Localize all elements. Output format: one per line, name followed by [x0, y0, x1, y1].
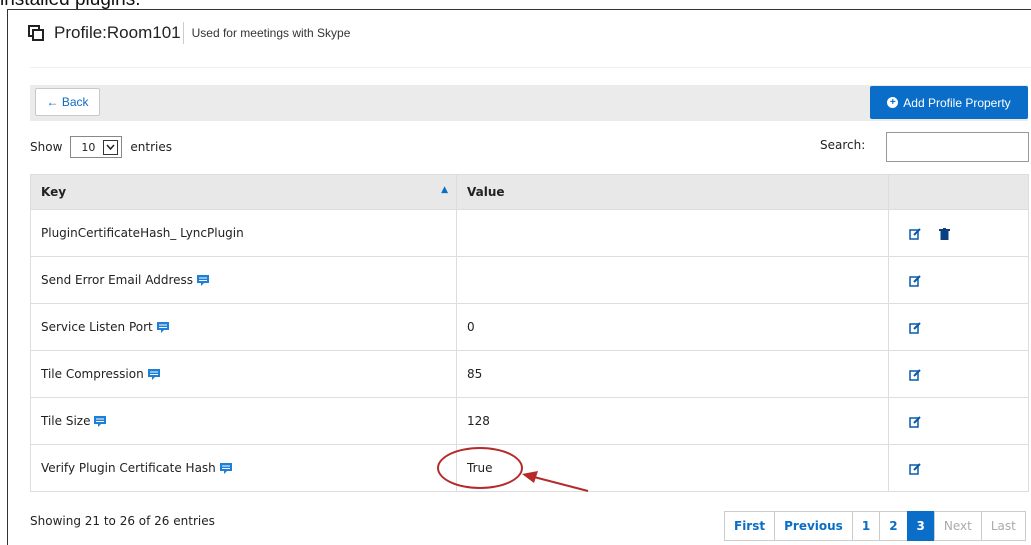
page-length-select[interactable]: 10: [70, 136, 123, 158]
comment-icon[interactable]: [219, 463, 232, 474]
actions-cell: [888, 350, 1029, 398]
table-row: Tile Compression 85: [30, 350, 1029, 398]
comment-icon[interactable]: [147, 369, 160, 380]
page-last-button: Last: [980, 511, 1026, 541]
table-row: Send Error Email Address: [30, 256, 1029, 304]
profile-description: Used for meetings with Skype: [191, 26, 351, 40]
actions-cell: [888, 209, 1029, 257]
value-cell: [456, 256, 889, 304]
key-cell: Verify Plugin Certificate Hash: [30, 444, 457, 492]
key-text: Service Listen Port: [41, 320, 153, 334]
delete-icon[interactable]: [938, 227, 950, 240]
comment-icon[interactable]: [156, 322, 169, 333]
key-cell: Tile Size: [30, 397, 457, 445]
key-text: PluginCertificateHash_ LyncPlugin: [41, 226, 244, 240]
search-label: Search:: [820, 138, 866, 152]
page-previous-button[interactable]: Previous: [774, 511, 853, 541]
page-3-button[interactable]: 3: [906, 511, 935, 541]
edit-icon[interactable]: [909, 368, 921, 381]
table-row: PluginCertificateHash_ LyncPlugin: [30, 209, 1029, 257]
table-header-row: Key ▲ Value: [30, 174, 1029, 210]
chevron-down-icon: [103, 139, 119, 155]
page-1-button[interactable]: 1: [851, 511, 881, 541]
edit-icon[interactable]: [909, 274, 921, 287]
profile-header: Profile:Room101 Used for meetings with S…: [28, 18, 350, 48]
entries-label: entries: [130, 140, 172, 154]
comment-icon[interactable]: [94, 416, 107, 427]
value-cell: 128: [456, 397, 889, 445]
show-label: Show: [30, 140, 63, 154]
table-row: Tile Size 128: [30, 397, 1029, 445]
back-button[interactable]: ← Back: [35, 88, 100, 116]
edit-icon[interactable]: [909, 227, 921, 240]
plus-circle-icon: +: [887, 97, 899, 108]
key-cell: PluginCertificateHash_ LyncPlugin: [30, 209, 457, 257]
page-next-button: Next: [933, 511, 982, 541]
page-length-control: Show 10 entries: [30, 135, 172, 159]
actions-cell: [888, 256, 1029, 304]
pointer-arrow-annotation: [522, 471, 589, 492]
profile-title: Profile:Room101: [54, 23, 181, 42]
column-header-value[interactable]: Value: [456, 174, 889, 210]
key-cell: Send Error Email Address: [30, 256, 457, 304]
edit-icon[interactable]: [909, 462, 921, 475]
pagination: First Previous 1 2 3 Next Last: [724, 511, 1026, 541]
highlight-circle-annotation: [437, 447, 523, 489]
key-cell: Tile Compression: [30, 350, 457, 398]
value-cell: 0: [456, 303, 889, 351]
add-profile-property-button[interactable]: + Add Profile Property: [870, 86, 1028, 119]
table-row: Service Listen Port 0: [30, 303, 1029, 351]
key-cell: Service Listen Port: [30, 303, 457, 351]
key-text: Send Error Email Address: [41, 273, 193, 287]
actions-cell: [888, 397, 1029, 445]
page-length-value: 10: [81, 140, 96, 154]
title-divider: [182, 22, 184, 44]
edit-icon[interactable]: [909, 415, 921, 428]
edit-icon[interactable]: [909, 321, 921, 334]
page-first-button[interactable]: First: [724, 511, 776, 541]
value-cell: 85: [456, 350, 889, 398]
duplicate-icon: [28, 25, 44, 41]
key-text: Tile Compression: [41, 367, 144, 381]
page-2-button[interactable]: 2: [879, 511, 908, 541]
column-header-actions: [888, 174, 1029, 210]
header-divider: [30, 67, 1031, 68]
value-cell: [456, 209, 889, 257]
column-header-key-label: Key: [41, 185, 67, 199]
table-info: Showing 21 to 26 of 26 entries: [30, 514, 215, 528]
actions-cell: [888, 303, 1029, 351]
key-text: Tile Size: [41, 414, 91, 428]
toolbar: ← Back + Add Profile Property: [30, 85, 1028, 121]
comment-icon[interactable]: [197, 275, 209, 286]
column-header-key[interactable]: Key ▲: [30, 174, 457, 210]
add-profile-property-label: Add Profile Property: [903, 95, 1011, 110]
search-input[interactable]: [886, 132, 1029, 162]
actions-cell: [888, 444, 1029, 492]
sort-ascending-icon: ▲: [441, 185, 448, 195]
key-text: Verify Plugin Certificate Hash: [41, 461, 216, 475]
profile-properties-table: Key ▲ Value PluginCertificateHash_ LyncP…: [30, 174, 1029, 492]
